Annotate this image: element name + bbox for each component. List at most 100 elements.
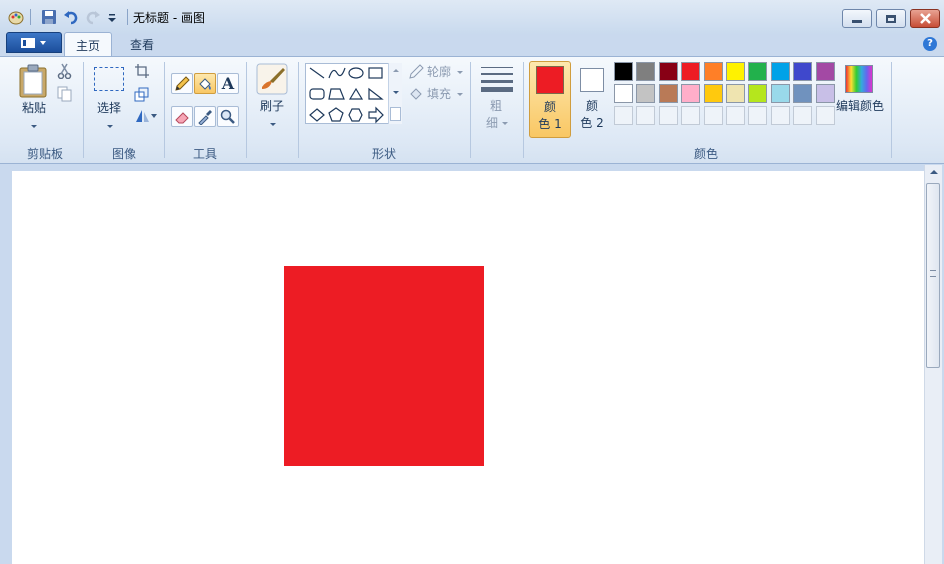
palette-swatch-empty[interactable] [770,106,790,125]
brushes-label: 刷子 [259,99,284,113]
palette-swatch-empty[interactable] [748,106,768,125]
color1-label-line2: 色 1 [538,117,562,131]
tab-view-label: 查看 [129,37,154,52]
rounded-rectangle-shape-icon [309,88,325,100]
color1-button[interactable]: 颜 色 1 [529,61,571,138]
palette-swatch-empty[interactable] [636,106,656,125]
palette-swatch[interactable] [636,84,656,103]
restore-icon [886,14,896,23]
curve-shape-icon [328,67,346,79]
shapes-scrollbar[interactable] [388,63,402,124]
palette-swatch[interactable] [614,62,633,81]
palette-swatch-empty[interactable] [681,106,701,125]
edit-colors-icon [845,65,873,93]
copy-icon[interactable] [57,86,73,105]
fill-label: 填充 [427,87,452,101]
fill-button[interactable]: 填充 [408,86,466,104]
text-icon: A [221,74,235,93]
resize-icon[interactable] [134,86,150,105]
chevron-down-icon [457,93,463,96]
palette-swatch[interactable] [681,84,701,103]
scrollbar-thumb[interactable] [926,183,940,368]
palette-swatch[interactable] [681,62,701,81]
eraser-tool-button[interactable] [171,106,193,127]
application-menu-button[interactable] [6,32,62,53]
palette-swatch-empty[interactable] [793,106,813,125]
close-icon [919,13,931,24]
red-square-shape[interactable] [284,266,484,466]
palette-swatch[interactable] [793,62,813,81]
eraser-icon [175,111,189,123]
window-title: 无标题 - 画图 [133,11,205,25]
fill-tool-button[interactable] [194,73,216,94]
tab-home[interactable]: 主页 [64,32,112,57]
palette-swatch[interactable] [748,84,768,103]
palette-swatch[interactable] [793,84,813,103]
color2-swatch [580,68,604,92]
group-label-clipboard: 剪贴板 [26,147,63,161]
palette-swatch[interactable] [614,84,633,103]
palette-swatch[interactable] [726,62,745,81]
edit-colors-button[interactable]: 编辑颜色 [834,61,886,133]
magnifier-tool-button[interactable] [217,106,239,127]
crop-icon[interactable] [134,63,150,82]
palette-swatch[interactable] [726,84,745,103]
color2-button[interactable]: 颜 色 2 [573,61,613,138]
palette-swatch[interactable] [770,84,790,103]
line-shape-icon [309,67,325,79]
palette-swatch[interactable] [658,62,678,81]
oval-shape-icon [348,67,364,79]
grip-icon [930,270,936,277]
edit-colors-label: 编辑颜色 [835,99,884,113]
scroll-down-icon [393,91,399,94]
palette-swatch[interactable] [815,62,835,81]
brush-icon [256,63,288,95]
pencil-tool-button[interactable] [171,73,193,94]
tab-home-label: 主页 [75,38,100,53]
size-button[interactable]: 粗 细 [478,61,518,133]
chevron-down-icon [270,123,276,126]
size-label-line1: 粗 [489,99,502,113]
minimize-button[interactable] [842,9,872,28]
palette-swatch-empty[interactable] [815,106,835,125]
palette-swatch-empty[interactable] [658,106,678,125]
text-tool-button[interactable]: A [217,73,239,94]
maximize-button[interactable] [876,9,906,28]
palette-swatch[interactable] [658,84,678,103]
tab-view[interactable]: 查看 [118,32,166,56]
group-label-shapes: 形状 [371,147,396,161]
palette-swatch[interactable] [770,62,790,81]
rotate-icon[interactable] [134,108,158,127]
undo-icon[interactable] [63,9,79,25]
line-width-icon [481,65,513,92]
palette-swatch[interactable] [703,84,723,103]
brushes-button[interactable]: 刷子 [252,61,292,133]
color-picker-tool-button[interactable] [194,106,216,127]
shapes-grid [309,67,384,124]
outline-button[interactable]: 轮廓 [408,64,466,82]
paint-app-icon[interactable] [8,9,24,25]
close-button[interactable] [910,9,940,28]
color2-label-line1: 颜 [585,99,598,113]
palette-swatch[interactable] [748,62,768,81]
palette-swatch-empty[interactable] [703,106,723,125]
palette-swatch-empty[interactable] [614,106,633,125]
diamond-shape-icon [309,108,325,122]
customize-toolbar-icon[interactable] [106,9,122,25]
help-icon[interactable]: ? [923,37,937,51]
select-button[interactable]: 选择 [90,61,128,133]
redo-icon[interactable] [85,9,101,25]
palette-swatch-empty[interactable] [726,106,745,125]
save-icon[interactable] [41,9,57,25]
magnifier-icon [220,109,235,124]
palette-swatch[interactable] [703,62,723,81]
paste-button[interactable]: 粘贴 [14,61,52,133]
palette-swatch[interactable] [636,62,656,81]
group-label-tools: 工具 [192,147,217,161]
color-picker-icon [198,109,212,125]
cut-icon[interactable] [57,63,73,82]
color2-label-line2: 色 2 [580,116,604,130]
group-label-colors: 颜色 [693,147,718,161]
paste-label: 粘贴 [21,101,46,115]
palette-swatch[interactable] [815,84,835,103]
